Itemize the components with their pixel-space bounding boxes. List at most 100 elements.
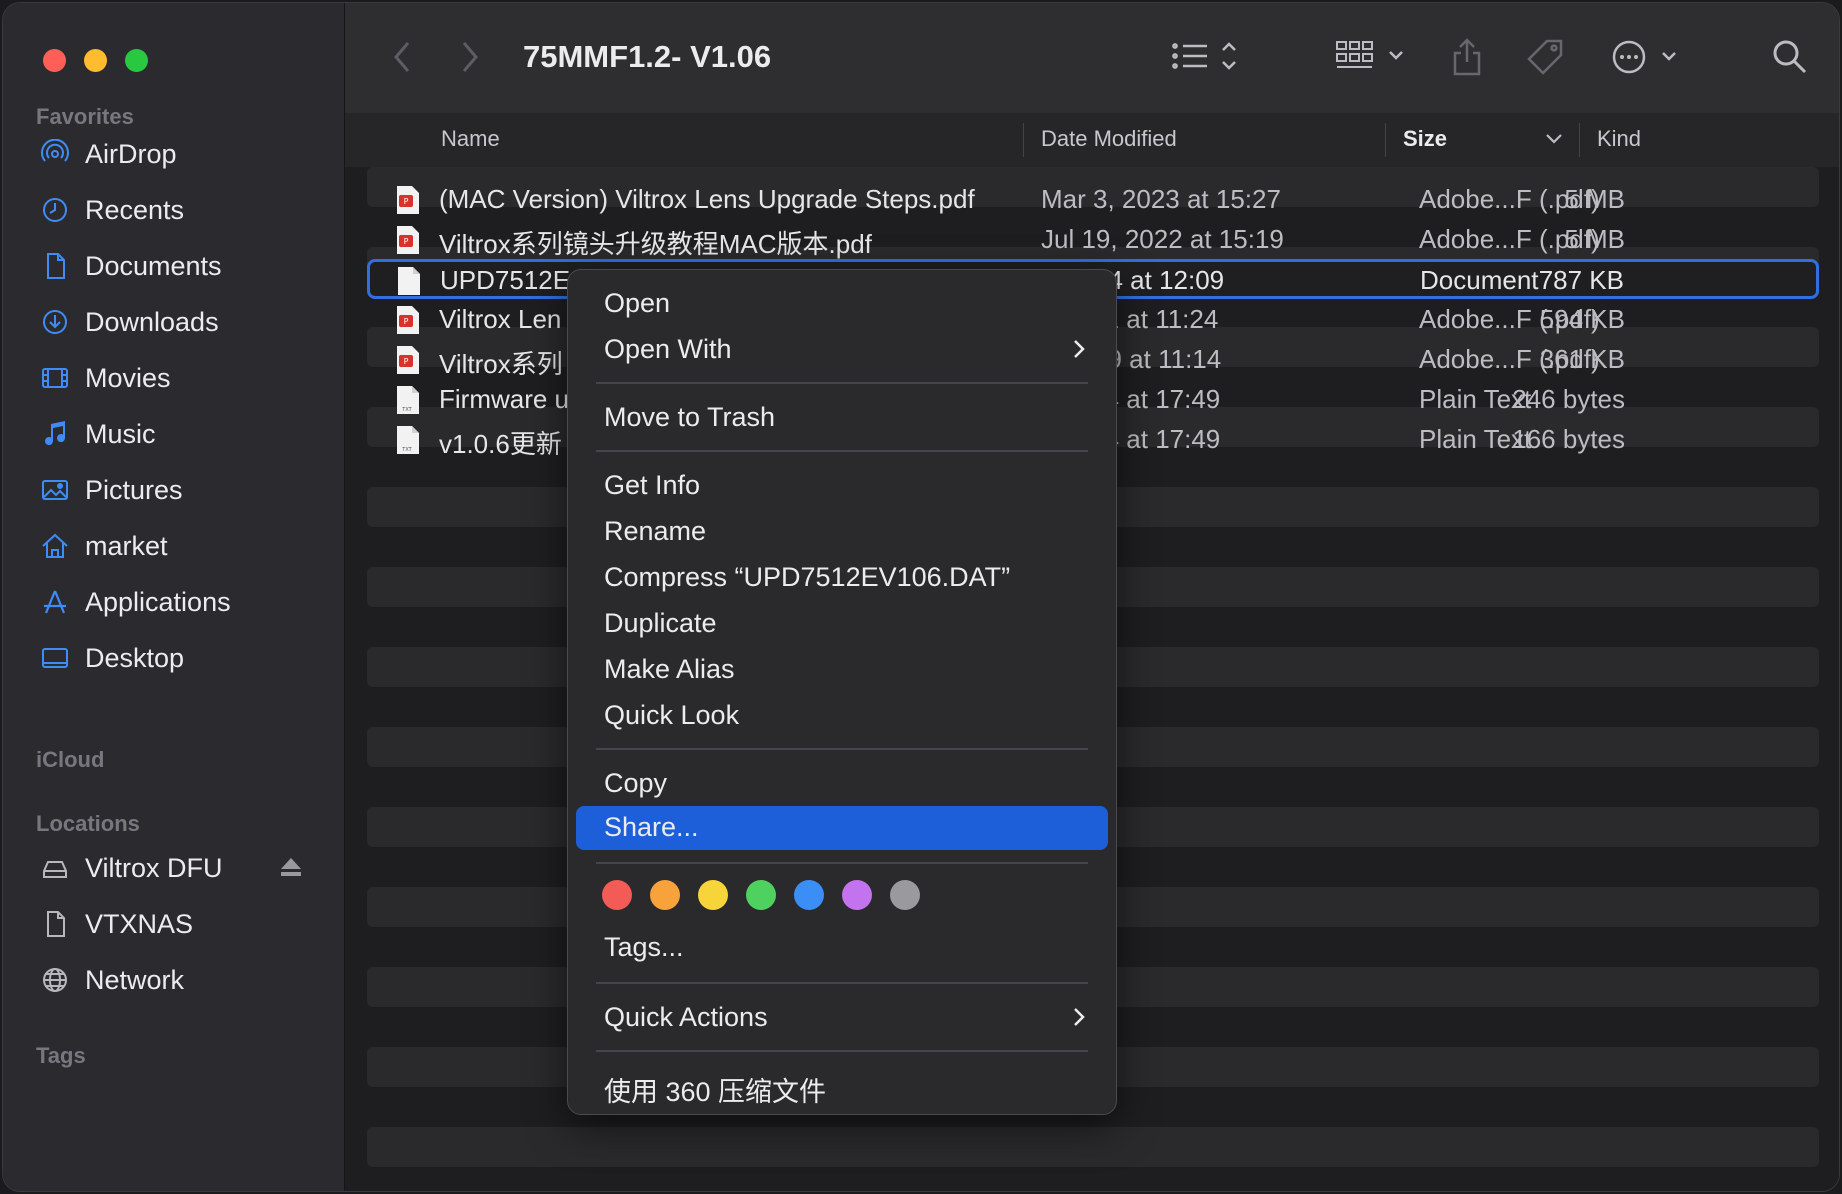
tag-purple-dot[interactable] (842, 880, 872, 910)
table-row[interactable]: P Viltrox系列镜头升级教程MAC版本.pdf Jul 19, 2022 … (367, 219, 1819, 259)
drive-icon (39, 852, 71, 884)
menu-item-duplicate[interactable]: Duplicate (576, 602, 1108, 646)
sidebar-item-label: Movies (85, 362, 171, 393)
pdf-file-icon: P (397, 186, 419, 214)
menu-item-open-with[interactable]: Open With (576, 328, 1108, 372)
toolbar: 75MMF1.2- V1.06 (345, 3, 1839, 114)
sidebar-item-music[interactable]: Music (39, 412, 156, 456)
column-divider[interactable] (1385, 123, 1386, 157)
desktop-icon (39, 642, 71, 674)
svg-text:TXT: TXT (401, 407, 412, 413)
menu-item-open[interactable]: Open (576, 282, 1108, 326)
minimize-button[interactable] (84, 49, 107, 72)
share-icon (1453, 38, 1481, 76)
menu-item-make-alias[interactable]: Make Alias (576, 648, 1108, 692)
column-divider[interactable] (1023, 123, 1024, 157)
back-button[interactable] (391, 37, 413, 77)
menu-separator (596, 982, 1088, 984)
search-button[interactable] (1771, 37, 1809, 77)
ellipsis-circle-icon (1612, 40, 1676, 74)
menu-item-tags[interactable]: Tags... (576, 926, 1108, 970)
menu-item-compress-360[interactable]: 使用 360 压缩文件 (576, 1064, 1108, 1108)
sidebar-item-network[interactable]: Network (39, 958, 184, 1002)
sidebar-item-label: Pictures (85, 474, 183, 505)
globe-icon (39, 964, 71, 996)
window-controls (43, 49, 148, 72)
column-header-name[interactable]: Name (441, 126, 500, 152)
column-header-kind[interactable]: Kind (1597, 126, 1641, 152)
sidebar-item-label: VTXNAS (85, 908, 194, 939)
menu-item-compress[interactable]: Compress “UPD7512EV106.DAT” (576, 556, 1108, 600)
view-options-button[interactable] (1171, 37, 1241, 77)
sidebar-section-icloud: iCloud (36, 747, 105, 772)
svg-text:P: P (404, 197, 409, 206)
applications-icon (39, 586, 71, 618)
document-file-icon (398, 267, 420, 295)
close-button[interactable] (43, 49, 66, 72)
menu-separator (596, 1050, 1088, 1052)
download-icon (39, 306, 71, 338)
menu-item-copy[interactable]: Copy (576, 762, 1108, 806)
sidebar-item-market[interactable]: market (39, 524, 168, 568)
tag-orange-dot[interactable] (650, 880, 680, 910)
share-button[interactable] (1451, 37, 1483, 77)
pdf-file-icon: P (397, 306, 419, 334)
column-divider[interactable] (1579, 123, 1580, 157)
house-icon (39, 530, 71, 562)
more-actions-button[interactable] (1611, 37, 1681, 77)
menu-item-share[interactable]: Share... (576, 806, 1108, 850)
music-note-icon (39, 418, 71, 450)
column-header-date[interactable]: Date Modified (1041, 126, 1177, 152)
chevron-left-icon (394, 42, 410, 72)
tag-icon (1527, 39, 1563, 75)
column-headers: Name Date Modified Size Kind (345, 113, 1839, 168)
forward-button[interactable] (459, 37, 481, 77)
sort-chevron-icon[interactable] (1545, 133, 1563, 145)
document-icon (39, 250, 71, 282)
sidebar-item-label: Music (85, 418, 156, 449)
sidebar-item-recents[interactable]: Recents (39, 188, 184, 232)
sidebar-item-movies[interactable]: Movies (39, 356, 171, 400)
tag-gray-dot[interactable] (890, 880, 920, 910)
grid-group-icon (1336, 41, 1403, 68)
tag-blue-dot[interactable] (794, 880, 824, 910)
sidebar-item-desktop[interactable]: Desktop (39, 636, 184, 680)
list-view-icon (1172, 42, 1236, 70)
sidebar-item-pictures[interactable]: Pictures (39, 468, 183, 512)
tag-yellow-dot[interactable] (698, 880, 728, 910)
group-button[interactable] (1335, 37, 1409, 77)
sidebar-item-applications[interactable]: Applications (39, 580, 231, 624)
sidebar-section-favorites: Favorites (36, 104, 134, 129)
sidebar-item-label: market (85, 530, 168, 561)
sidebar-item-downloads[interactable]: Downloads (39, 300, 219, 344)
chevron-right-icon (1074, 1008, 1085, 1026)
menu-item-get-info[interactable]: Get Info (576, 464, 1108, 508)
svg-text:TXT: TXT (401, 447, 412, 453)
eject-icon[interactable] (279, 856, 303, 878)
zoom-button[interactable] (125, 49, 148, 72)
column-header-size[interactable]: Size (1403, 126, 1447, 152)
menu-item-quick-look[interactable]: Quick Look (576, 694, 1108, 738)
table-row[interactable]: P (MAC Version) Viltrox Lens Upgrade Ste… (367, 179, 1819, 219)
menu-separator (596, 862, 1088, 864)
tag-red-dot[interactable] (602, 880, 632, 910)
tag-green-dot[interactable] (746, 880, 776, 910)
sidebar-section-tags: Tags (36, 1043, 86, 1068)
photo-icon (39, 474, 71, 506)
pdf-file-icon: P (397, 226, 419, 254)
sidebar-item-viltrox-dfu[interactable]: Viltrox DFU (39, 846, 223, 890)
menu-item-move-to-trash[interactable]: Move to Trash (576, 396, 1108, 440)
pdf-file-icon: P (397, 346, 419, 374)
tag-button[interactable] (1525, 37, 1565, 77)
menu-separator (596, 382, 1088, 384)
sidebar-item-documents[interactable]: Documents (39, 244, 222, 288)
film-icon (39, 362, 71, 394)
sidebar-item-label: Downloads (85, 306, 219, 337)
sidebar-section-locations: Locations (36, 811, 140, 836)
finder-window: Favorites AirDrop Recents Documents Down… (2, 2, 1840, 1192)
sidebar-item-vtxnas[interactable]: VTXNAS (39, 902, 193, 946)
menu-item-rename[interactable]: Rename (576, 510, 1108, 554)
menu-item-quick-actions[interactable]: Quick Actions (576, 996, 1108, 1040)
sidebar-item-airdrop[interactable]: AirDrop (39, 132, 177, 176)
chevron-right-icon (462, 42, 478, 72)
